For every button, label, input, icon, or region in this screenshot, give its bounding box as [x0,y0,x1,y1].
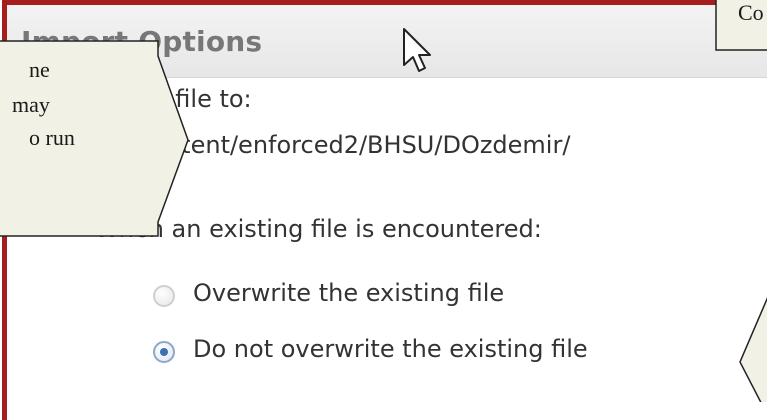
callout-shapes [0,0,767,402]
left-callout-line-2: may [12,92,50,117]
left-callout-line-1: ne [29,57,50,82]
mouse-pointer-icon [403,28,431,72]
top-right-callout-text: Co [738,0,764,25]
left-callout-line-3: o run [29,125,75,150]
bottom-right-callout-box [739,297,767,402]
